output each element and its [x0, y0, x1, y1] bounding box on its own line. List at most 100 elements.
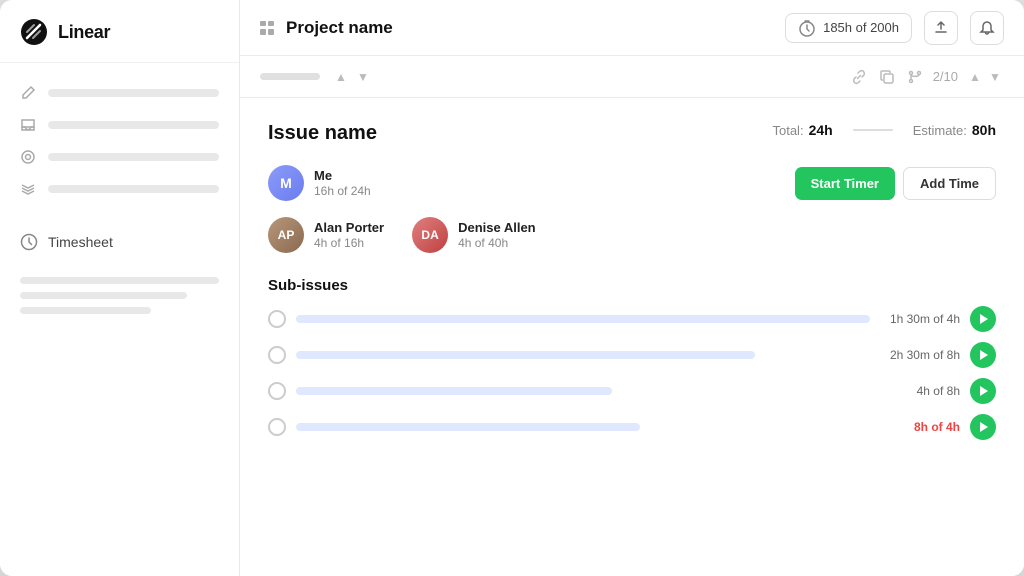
arrow-up-icon[interactable]: ▲	[332, 68, 350, 86]
upload-icon-btn[interactable]	[924, 11, 958, 45]
sub-issue-time-2: 2h 30m of 8h	[880, 348, 960, 362]
user-me-hours: 16h of 24h	[314, 184, 371, 198]
arrow-down-icon[interactable]: ▼	[354, 68, 372, 86]
sub-issue-time-4: 8h of 4h	[880, 420, 960, 434]
user-alan-details: Alan Porter 4h of 16h	[314, 220, 384, 250]
user-denise-name: Denise Allen	[458, 220, 536, 235]
sidebar-item-2[interactable]	[0, 109, 239, 141]
layers-icon	[20, 181, 36, 197]
sub-issue-row-2: 2h 30m of 8h	[268, 342, 996, 368]
user-me-actions: Start Timer Add Time	[795, 167, 996, 200]
sidebar-sub-bar-1	[20, 277, 219, 284]
app-window: Linear	[0, 0, 1024, 576]
sidebar-sub-bar-3	[20, 307, 151, 314]
user-denise-details: Denise Allen 4h of 40h	[458, 220, 536, 250]
sub-issues-section: Sub-issues 1h 30m of 4h	[268, 277, 996, 440]
sub-issue-checkbox-1[interactable]	[268, 310, 286, 328]
sub-issue-bar-2	[296, 351, 755, 359]
estimate-value: 80h	[972, 122, 996, 138]
user-denise-hours: 4h of 40h	[458, 236, 536, 250]
timesheet-nav-item[interactable]: Timesheet	[20, 225, 219, 259]
sidebar: Linear	[0, 0, 240, 576]
sub-issue-bar-wrap-2	[296, 351, 870, 359]
sub-issue-play-4[interactable]	[970, 414, 996, 440]
avatar-alan: AP	[268, 217, 304, 253]
issue-counter: 2/10	[933, 69, 958, 84]
total-value: 24h	[809, 122, 833, 138]
sub-issue-checkbox-3[interactable]	[268, 382, 286, 400]
sub-issue-play-2[interactable]	[970, 342, 996, 368]
bell-icon-btn[interactable]	[970, 11, 1004, 45]
sub-issue-bar-wrap-3	[296, 387, 870, 395]
edit-icon	[20, 85, 36, 101]
play-icon-1	[980, 314, 988, 324]
user-me-name: Me	[314, 168, 371, 183]
timesheet-label: Timesheet	[48, 234, 113, 250]
user-me-info: M Me 16h of 24h	[268, 165, 795, 201]
sidebar-item-4[interactable]	[0, 173, 239, 205]
sidebar-sub-items	[0, 259, 239, 322]
sub-issue-play-1[interactable]	[970, 306, 996, 332]
sidebar-item-1[interactable]	[0, 77, 239, 109]
sub-issue-play-3[interactable]	[970, 378, 996, 404]
avatar-denise-inner: DA	[412, 217, 448, 253]
sub-issue-bar-1	[296, 315, 870, 323]
sub-issue-checkbox-2[interactable]	[268, 346, 286, 364]
nav-label-bar-4	[48, 185, 219, 193]
play-icon-2	[980, 350, 988, 360]
sidebar-header: Linear	[0, 0, 239, 63]
copy-icon[interactable]	[877, 67, 897, 87]
total-label: Total:	[772, 123, 803, 138]
sidebar-item-3[interactable]	[0, 141, 239, 173]
sub-issue-time-3: 4h of 8h	[880, 384, 960, 398]
sub-issues-title: Sub-issues	[268, 277, 996, 294]
nav-arrows: ▲ ▼	[966, 68, 1004, 86]
user-row-denise: DA Denise Allen 4h of 40h	[412, 217, 536, 253]
sub-issue-time-1: 1h 30m of 4h	[880, 312, 960, 326]
sub-issue-row-1: 1h 30m of 4h	[268, 306, 996, 332]
link-icon[interactable]	[849, 67, 869, 87]
user-alan-name: Alan Porter	[314, 220, 384, 235]
sidebar-section: Timesheet	[0, 205, 239, 259]
sub-issue-bar-4	[296, 423, 640, 431]
timer-text: 185h of 200h	[823, 20, 899, 35]
sub-issue-bar-3	[296, 387, 612, 395]
sidebar-sub-bar-2	[20, 292, 187, 299]
total-divider	[853, 129, 893, 131]
topbar: Project name 185h of 200h	[240, 0, 1024, 56]
app-name-label: Linear	[58, 22, 110, 43]
avatar-alan-inner: AP	[268, 217, 304, 253]
avatar-denise: DA	[412, 217, 448, 253]
avatar-me-inner: M	[268, 165, 304, 201]
project-title: Project name	[286, 18, 773, 38]
nav-label-bar-1	[48, 89, 219, 97]
sidebar-nav	[0, 63, 239, 205]
user-alan-hours: 4h of 16h	[314, 236, 384, 250]
start-timer-button[interactable]: Start Timer	[795, 167, 895, 200]
clock-icon	[20, 233, 38, 251]
nav-arrow-down[interactable]: ▼	[986, 68, 1004, 86]
user-me-details: Me 16h of 24h	[314, 168, 371, 198]
bell-icon	[979, 20, 995, 36]
sub-topbar-right: 2/10 ▲ ▼	[849, 67, 1004, 87]
content-area: Issue name Total: 24h Estimate: 80h	[240, 98, 1024, 576]
play-icon-4	[980, 422, 988, 432]
play-icon-3	[980, 386, 988, 396]
target-icon	[20, 149, 36, 165]
timer-icon	[798, 19, 816, 37]
issue-estimate: Estimate: 80h	[913, 122, 996, 138]
issue-header: Issue name Total: 24h Estimate: 80h	[268, 122, 996, 145]
sub-issue-checkbox-4[interactable]	[268, 418, 286, 436]
nav-label-bar-2	[48, 121, 219, 129]
breadcrumb-bar	[260, 73, 320, 80]
sub-issue-row-3: 4h of 8h	[268, 378, 996, 404]
branch-icon[interactable]	[905, 67, 925, 87]
avatar-me: M	[268, 165, 304, 201]
nav-arrow-up[interactable]: ▲	[966, 68, 984, 86]
issue-total: Total: 24h	[772, 122, 832, 138]
upload-icon	[933, 20, 949, 36]
issue-title: Issue name	[268, 122, 377, 145]
add-time-button[interactable]: Add Time	[903, 167, 996, 200]
issue-totals: Total: 24h Estimate: 80h	[772, 122, 996, 138]
sub-topbar: ▲ ▼	[240, 56, 1024, 98]
